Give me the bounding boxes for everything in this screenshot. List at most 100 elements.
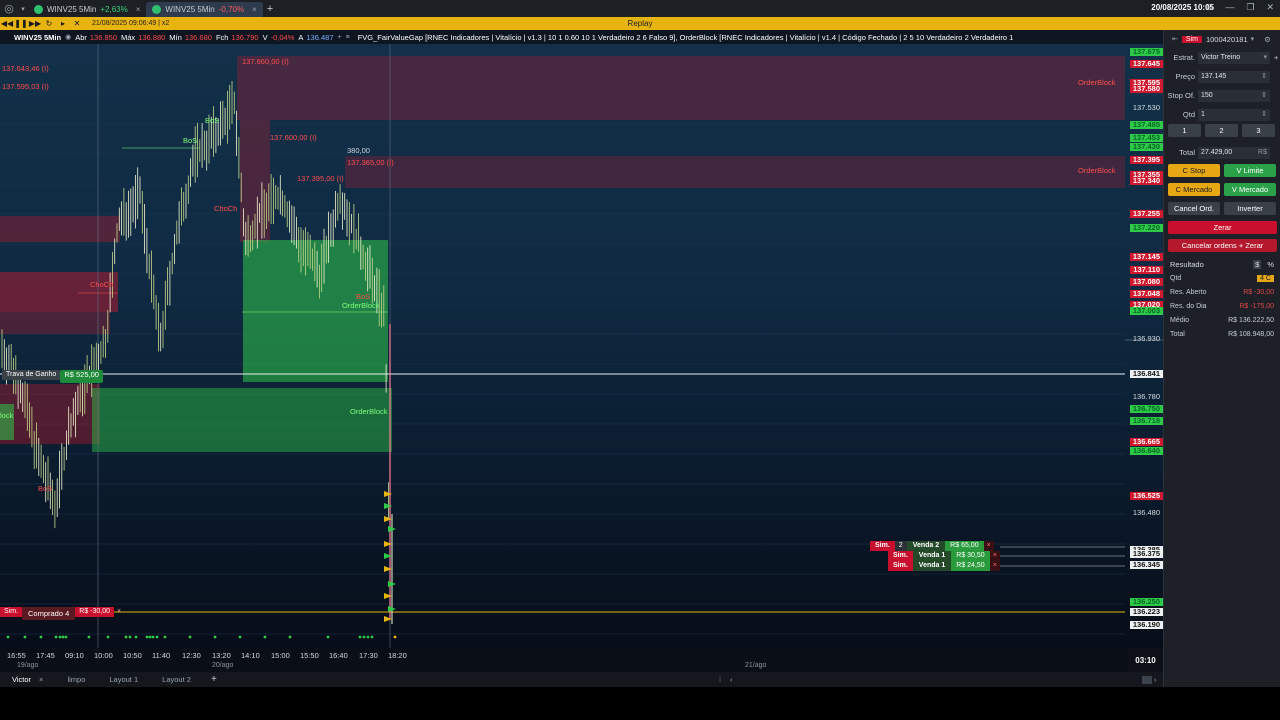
currency-toggle[interactable]: $ (1253, 259, 1262, 269)
result-label: Res. Aberto (1170, 288, 1207, 296)
volume-dot (58, 635, 62, 639)
sell-order-row[interactable]: Sim. Venda 1 R$ 30,50 × (888, 551, 1000, 561)
volume-dot (358, 635, 362, 639)
chart-annotation: 137.365,00 (I) (347, 158, 394, 167)
workspace-tab-limpo[interactable]: limpo (55, 672, 97, 687)
taskbar-area (0, 687, 1280, 720)
price-label: 136.480 (1132, 508, 1160, 518)
app-logo-icon[interactable]: ◎ (0, 0, 18, 17)
zero-position-button[interactable]: Zerar (1168, 221, 1277, 234)
cancel-order-icon[interactable]: × (989, 551, 1000, 561)
stepper-icon[interactable]: ⇕ (1261, 90, 1267, 102)
price-input[interactable]: 137.145 ⇕ (1198, 70, 1270, 83)
result-row: Qtd 4 C (1164, 271, 1280, 285)
chart-annotation: OrderBlock (342, 301, 380, 310)
time-tick: 18:20 (388, 651, 407, 660)
scrollbar-thumb[interactable] (1142, 676, 1152, 684)
workspace-tab-layout-1[interactable]: Layout 1 (97, 672, 150, 687)
collapse-icon[interactable]: ⇤ (1172, 35, 1178, 43)
result-value: R$ -175,00 (1239, 302, 1274, 310)
close-position-icon[interactable]: × (114, 607, 124, 617)
close-replay-icon[interactable]: ✕ (70, 19, 84, 28)
price-label: 136.375 (1129, 549, 1163, 558)
tab-chart-1[interactable]: WINV25 5Min +2,63% × (28, 2, 146, 17)
pause-icon[interactable]: ❚❚ (14, 19, 28, 28)
workspace-tabs: Victor × limpo Layout 1 Layout 2 + ⁞ ‹ › (0, 672, 1163, 687)
price-label: 137.430 (1129, 142, 1163, 151)
price-chart[interactable]: 137.643,46 (I) 137.595,03 (I) 137.660,00 (… (0, 44, 1163, 648)
chart-annotation: OrderBlock (350, 407, 388, 416)
buy-market-button[interactable]: C Mercado (1168, 183, 1220, 196)
stepper-icon[interactable]: ⇕ (1261, 109, 1267, 121)
cancel-orders-button[interactable]: Cancel Ord. (1168, 202, 1220, 215)
tab-chart-2[interactable]: WINV25 5Min -0,70% × (146, 2, 263, 17)
cancel-order-icon[interactable]: × (983, 541, 994, 551)
replay-time: 21/08/2025 09:06:49 | x2 (92, 20, 170, 27)
var-label: V (262, 32, 268, 42)
volume-dot (263, 635, 267, 639)
chevron-down-icon[interactable]: ▾ (18, 0, 28, 17)
add-strategy-icon[interactable]: + (1274, 53, 1278, 62)
rewind-icon[interactable]: ◀◀ (0, 19, 14, 28)
volume-dot (39, 635, 43, 639)
close-icon[interactable]: × (252, 5, 257, 14)
refresh-icon[interactable]: ↻ (42, 19, 56, 28)
replay-title: Replay (627, 19, 653, 28)
price-label: 137.675 (1129, 48, 1163, 56)
cancel-order-icon[interactable]: × (989, 561, 1000, 571)
volume-dot (188, 635, 192, 639)
invert-button[interactable]: Inverter (1224, 202, 1276, 215)
order-result: R$ 24,50 (951, 561, 990, 571)
close-icon[interactable]: × (39, 675, 43, 684)
qty-3-button[interactable]: 3 (1242, 124, 1275, 137)
stop-offset-input[interactable]: 150 ⇕ (1198, 89, 1270, 102)
chart-info-bar: WINV25 5Min ◉ Abr 136.850 Máx 136.880 Mín 1… (0, 30, 1163, 44)
settings-icon[interactable]: ⊖ (1206, 2, 1214, 13)
percent-toggle[interactable]: % (1267, 260, 1274, 269)
scroll-left-icon[interactable]: ‹ (730, 675, 733, 684)
chevron-down-icon[interactable]: ▾ (1251, 35, 1255, 43)
volume-dot (23, 635, 27, 639)
close-window-icon[interactable]: ✕ (1266, 2, 1274, 13)
workspace-tab-layout-2[interactable]: Layout 2 (150, 672, 203, 687)
volume-dot (155, 635, 159, 639)
volume-dot (163, 635, 167, 639)
position-marker[interactable]: Sim. Comprado 4 R$ -30,00 × (0, 607, 124, 620)
workspace-tab-victor[interactable]: Victor × (0, 672, 55, 687)
stepper-icon[interactable]: ⇕ (1261, 71, 1267, 83)
gear-icon[interactable]: ⚙ (1264, 35, 1271, 44)
date-tick: 19/ago (17, 662, 39, 669)
list-icon[interactable]: ≡ (346, 34, 350, 41)
restore-icon[interactable]: ❐ (1246, 2, 1254, 13)
time-axis[interactable]: 16:55 17:45 09:10 10:00 10:50 11:40 12:30 13:20… (0, 648, 1163, 672)
add-workspace-button[interactable]: + (203, 674, 225, 685)
trade-marker (384, 553, 392, 559)
step-icon[interactable]: ▸ (56, 19, 70, 28)
sell-order-row[interactable]: Sim. Venda 1 R$ 24,50 × (888, 561, 1000, 571)
sell-limit-button[interactable]: V Limite (1224, 164, 1276, 177)
scroll-right-icon[interactable]: › (1154, 675, 1157, 684)
drag-handle-icon[interactable]: ⁞ (719, 675, 721, 684)
account-number[interactable]: 1000420181 (1206, 35, 1248, 44)
trava-de-ganho[interactable]: Trava de Ganho R$ 525,00 (2, 370, 103, 383)
volume-dot (370, 635, 374, 639)
fast-forward-icon[interactable]: ▶▶ (28, 19, 42, 28)
cancel-and-zero-button[interactable]: Cancelar ordens + Zerar (1168, 239, 1277, 252)
new-tab-button[interactable]: + (267, 3, 273, 15)
sell-market-button[interactable]: V Mercado (1224, 183, 1276, 196)
price-label: 137.003 (1129, 307, 1163, 316)
buy-stop-button[interactable]: C Stop (1168, 164, 1220, 177)
eye-icon[interactable]: ◉ (65, 33, 71, 41)
quantity-input[interactable]: 1 ⇕ (1198, 108, 1270, 121)
clock: 20/08/2025 10:05 (1151, 3, 1214, 12)
symbol-label[interactable]: WINV25 5Min (14, 33, 61, 42)
strategy-select[interactable]: Victor Treino ▾ (1198, 51, 1270, 64)
qty-1-button[interactable]: 1 (1168, 124, 1201, 137)
add-indicator-icon[interactable]: + (338, 34, 342, 41)
qty-2-button[interactable]: 2 (1205, 124, 1238, 137)
sell-order-row[interactable]: Sim. 2 Venda 2 R$ 65,00 × (870, 541, 1000, 551)
close-icon[interactable]: × (136, 5, 141, 14)
minimize-icon[interactable]: — (1225, 2, 1234, 13)
replay-bar: ◀◀ ❚❚ ▶▶ ↻ ▸ ✕ 21/08/2025 09:06:49 | x2 … (0, 17, 1280, 30)
volume-dot (145, 635, 149, 639)
